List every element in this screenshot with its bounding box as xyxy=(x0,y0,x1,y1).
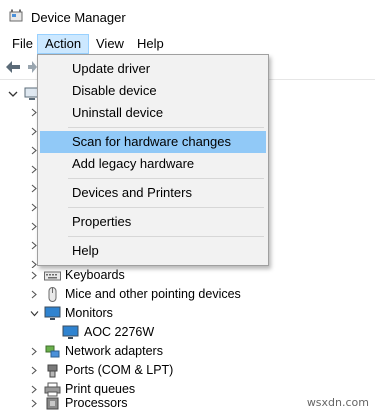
menu-item-uninstall-device[interactable]: Uninstall device xyxy=(40,102,266,124)
menu-item-update-driver[interactable]: Update driver xyxy=(40,58,266,80)
tree-node-label: Keyboards xyxy=(65,268,125,282)
device-manager-icon xyxy=(9,9,23,22)
menu-item-scan-for-hardware-changes[interactable]: Scan for hardware changes xyxy=(40,131,266,153)
menu-item-properties[interactable]: Properties xyxy=(40,211,266,233)
action-menu-dropdown: Update driver Disable device Uninstall d… xyxy=(37,54,269,266)
menu-item-help[interactable]: Help xyxy=(40,240,266,262)
menu-separator xyxy=(68,236,264,237)
menu-item-disable-device[interactable]: Disable device xyxy=(40,80,266,102)
tree-node-label: Monitors xyxy=(65,306,113,320)
chevron-right-icon[interactable] xyxy=(30,271,39,280)
chevron-right-icon[interactable] xyxy=(30,290,39,299)
tree-node-network-adapters[interactable]: Network adapters xyxy=(0,342,375,361)
chevron-down-icon[interactable] xyxy=(30,309,39,318)
tree-node-label: Mice and other pointing devices xyxy=(65,287,241,301)
port-icon xyxy=(47,364,58,378)
tree-node-ports[interactable]: Ports (COM & LPT) xyxy=(0,361,375,380)
menu-item-add-legacy-hardware[interactable]: Add legacy hardware xyxy=(40,153,266,175)
chevron-right-icon[interactable] xyxy=(30,366,39,375)
title-bar: Device Manager xyxy=(0,0,375,34)
tree-node-label: Ports (COM & LPT) xyxy=(65,363,174,377)
tree-node-aoc-2276w[interactable]: AOC 2276W xyxy=(0,323,375,342)
tree-node-keyboards[interactable]: Keyboards xyxy=(0,266,375,285)
menu-action[interactable]: Action xyxy=(37,34,90,54)
tree-node-monitors[interactable]: Monitors xyxy=(0,304,375,323)
tree-node-label: Network adapters xyxy=(65,344,163,358)
tree-node-mice[interactable]: Mice and other pointing devices xyxy=(0,285,375,304)
monitor-icon xyxy=(62,325,79,339)
watermark-text: wsxdn.com xyxy=(306,396,369,409)
chevron-right-icon[interactable] xyxy=(30,347,39,356)
tree-node-label: AOC 2276W xyxy=(84,325,155,339)
menu-separator xyxy=(68,207,264,208)
mouse-icon xyxy=(48,287,57,302)
window-title: Device Manager xyxy=(31,10,126,25)
keyboard-icon xyxy=(44,271,61,281)
menu-view[interactable]: View xyxy=(89,34,131,54)
monitor-icon xyxy=(44,306,61,320)
menu-separator xyxy=(68,178,264,179)
chevron-right-icon[interactable] xyxy=(30,385,39,394)
chevron-right-icon[interactable] xyxy=(30,399,39,408)
chevron-down-icon[interactable] xyxy=(8,89,18,99)
menu-separator xyxy=(68,127,264,128)
menu-bar: File Action View Help xyxy=(0,34,375,54)
menu-item-devices-and-printers[interactable]: Devices and Printers xyxy=(40,182,266,204)
processor-icon xyxy=(46,397,59,410)
menu-help[interactable]: Help xyxy=(130,34,171,54)
menu-file[interactable]: File xyxy=(5,34,40,54)
network-adapter-icon xyxy=(45,345,60,358)
back-arrow-icon[interactable] xyxy=(4,59,22,75)
tree-node-label: Processors xyxy=(65,396,128,410)
